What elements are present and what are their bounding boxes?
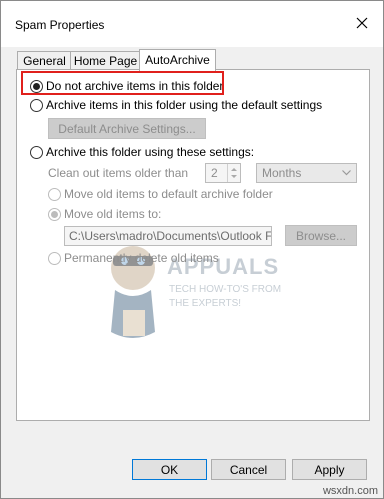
custom-settings-radio[interactable]: [30, 146, 43, 159]
apply-button[interactable]: Apply: [292, 459, 367, 480]
delete-label[interactable]: Permanently delete old items: [64, 251, 219, 265]
chevron-down-icon: [342, 170, 351, 176]
watermark-tagline-1: TECH HOW-TO'S FROM: [169, 284, 282, 295]
move-default-radio[interactable]: [48, 188, 61, 201]
browse-button[interactable]: Browse...: [285, 225, 357, 246]
tab-home-page[interactable]: Home Page: [70, 51, 141, 70]
clean-out-label: Clean out items older than: [48, 166, 189, 180]
clean-out-stepper[interactable]: 2: [205, 163, 241, 183]
archive-path-field[interactable]: C:\Users\madro\Documents\Outlook Fil: [64, 226, 272, 246]
delete-radio[interactable]: [48, 252, 61, 265]
close-button[interactable]: [347, 10, 377, 40]
clean-out-value: 2: [211, 166, 218, 180]
site-watermark: wsxdn.com: [322, 485, 378, 497]
window-title: Spam Properties: [15, 18, 105, 32]
period-unit-value: Months: [262, 166, 302, 180]
move-to-label[interactable]: Move old items to:: [64, 207, 161, 221]
title-bar: Spam Properties: [1, 1, 383, 47]
default-archive-settings-button[interactable]: Default Archive Settings...: [48, 118, 206, 139]
stepper-arrows-icon[interactable]: [227, 164, 240, 182]
move-default-label[interactable]: Move old items to default archive folder: [64, 187, 273, 201]
cancel-button[interactable]: Cancel: [211, 459, 286, 480]
watermark-tagline-2: THE EXPERTS!: [169, 298, 242, 309]
ok-button[interactable]: OK: [132, 459, 207, 480]
default-settings-label[interactable]: Archive items in this folder using the d…: [46, 98, 322, 112]
highlight-box: [21, 71, 224, 95]
archive-path-value: C:\Users\madro\Documents\Outlook Fil: [69, 229, 272, 243]
default-settings-radio[interactable]: [30, 99, 43, 112]
tab-general[interactable]: General: [17, 51, 72, 70]
period-unit-select[interactable]: Months: [256, 163, 357, 183]
tab-autoarchive[interactable]: AutoArchive: [139, 49, 216, 71]
move-to-radio[interactable]: [48, 208, 61, 221]
autoarchive-panel: APPUALS TECH HOW-TO'S FROM THE EXPERTS! …: [16, 69, 370, 421]
close-icon: [356, 17, 368, 29]
custom-settings-label[interactable]: Archive this folder using these settings…: [46, 145, 254, 159]
